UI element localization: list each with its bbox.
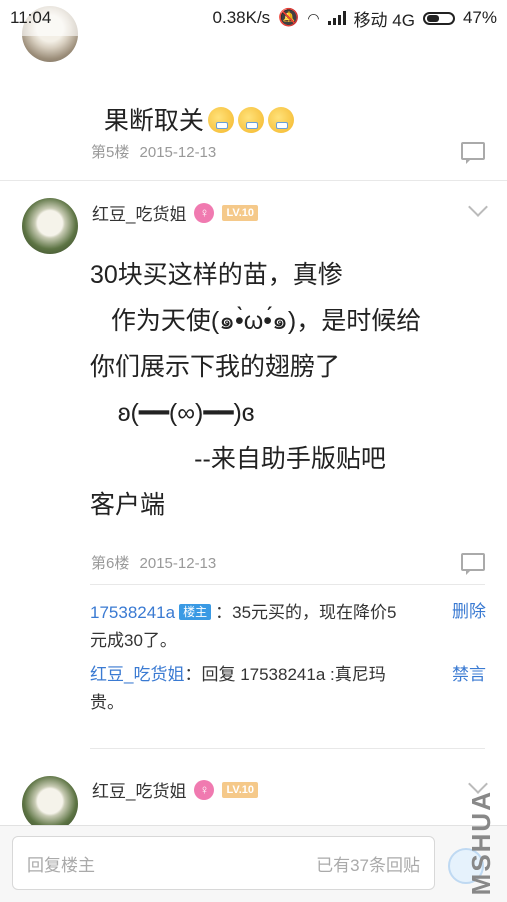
mute-bell-icon: 🔕	[278, 8, 300, 27]
reply-text: ：回复 17538241a :真尼玛	[184, 665, 386, 684]
face-emoji-icon	[237, 107, 264, 133]
post-author[interactable]: 红豆_吃货姐 ♀ LV.10	[92, 777, 258, 802]
reply-item: 17538241a 楼主 ：35元买的，现在降价5 删除 元成30了。	[90, 598, 486, 655]
chevron-down-icon[interactable]	[468, 197, 488, 217]
reply-input[interactable]: 回复楼主 已有37条回贴	[12, 836, 435, 890]
reply-text: 贵。	[90, 693, 124, 712]
female-icon: ♀	[194, 779, 215, 800]
content-line: --来自助手版贴吧	[90, 445, 386, 473]
reply-bar: 回复楼主 已有37条回贴	[0, 825, 507, 902]
floor-number: 第5楼	[91, 144, 130, 161]
content-line: 30块买这样的苗，真惨	[90, 261, 343, 289]
reply-count: 已有37条回贴	[316, 855, 420, 875]
avatar[interactable]	[22, 198, 78, 254]
watermark: MSHUA	[466, 790, 496, 896]
network-speed: 0.38K/s	[212, 8, 271, 27]
reply-item: 红豆_吃货姐：回复 17538241a :真尼玛 禁言 贵。	[90, 661, 486, 717]
content-line: 作为天使(๑•̀ω•́๑)，是时候给	[90, 307, 422, 335]
face-emoji-icon	[267, 107, 294, 133]
username[interactable]: 红豆_吃货姐	[92, 200, 186, 225]
post-meta: 第5楼 2015-12-13	[91, 141, 216, 162]
post-content: 30块买这样的苗，真惨 作为天使(๑•̀ω•́๑)，是时候给 你们展示下我的翅膀了…	[90, 256, 490, 524]
reply-text: 元成30了。	[90, 631, 177, 650]
level-badge: LV.10	[222, 781, 258, 798]
wifi-icon: ◠	[307, 9, 320, 26]
post-date: 2015-12-13	[139, 555, 217, 572]
content-line: ʚ(━━(∞)━━)ɞ	[90, 399, 255, 427]
status-icons: 0.38K/s 🔕 ◠ 移动 4G 47%	[213, 6, 497, 31]
floor-number: 第6楼	[91, 555, 130, 572]
status-bar: 11:04 0.38K/s 🔕 ◠ 移动 4G 47%	[0, 0, 507, 36]
carrier-label: 移动 4G	[353, 10, 415, 30]
comment-icon[interactable]	[461, 553, 485, 575]
clock: 11:04	[10, 8, 52, 27]
post-author[interactable]: 红豆_吃货姐 ♀ LV.10	[92, 200, 258, 225]
content-line: 你们展示下我的翅膀了	[90, 353, 341, 381]
post-meta: 第6楼 2015-12-13	[91, 552, 216, 573]
username[interactable]: 红豆_吃货姐	[92, 777, 186, 802]
divider	[90, 748, 485, 749]
battery-icon	[422, 11, 455, 25]
avatar[interactable]	[22, 776, 78, 832]
delete-button[interactable]: 删除	[452, 598, 486, 626]
reply-username[interactable]: 红豆_吃货姐	[90, 665, 184, 684]
reply-username[interactable]: 17538241a	[90, 603, 175, 622]
reply-text: ：35元买的，现在降价5	[215, 603, 397, 622]
divider	[0, 180, 507, 181]
ban-button[interactable]: 禁言	[452, 661, 486, 689]
level-badge: LV.10	[222, 204, 258, 221]
post-content: 果断取关	[90, 64, 490, 140]
female-icon: ♀	[194, 202, 215, 223]
face-emoji-icon	[207, 107, 234, 133]
signal-icon	[327, 11, 346, 25]
comment-icon[interactable]	[461, 142, 485, 164]
divider	[90, 584, 485, 585]
battery-percent: 47%	[462, 8, 497, 27]
reply-placeholder: 回复楼主	[27, 855, 95, 875]
host-badge: 楼主	[179, 604, 212, 620]
content-line: 客户端	[90, 491, 166, 519]
post-date: 2015-12-13	[139, 144, 217, 161]
